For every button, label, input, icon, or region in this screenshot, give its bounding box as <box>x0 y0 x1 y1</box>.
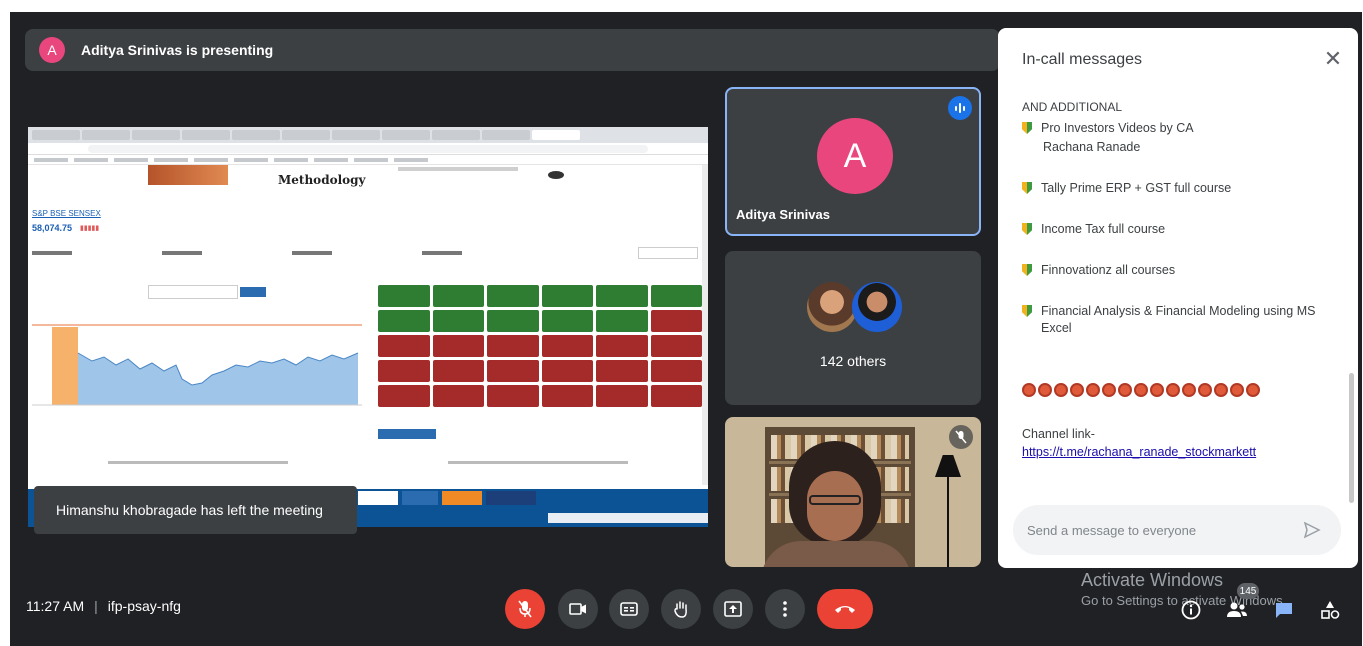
meeting-code: ifp-psay-nfg <box>107 598 181 614</box>
index-change: ▮▮▮▮▮ <box>80 225 100 232</box>
camera-icon <box>569 603 586 615</box>
browser-bookmarks-bar <box>28 155 708 165</box>
chart-date-inputs <box>148 285 238 299</box>
bird-logo-icon <box>548 171 564 179</box>
presenter-avatar: A <box>39 37 65 63</box>
site-banner: Methodology <box>28 165 708 191</box>
intraday-chart <box>32 324 362 406</box>
page-scrollbar <box>702 165 708 485</box>
meeting-info-separator: | <box>94 598 98 614</box>
chat-scrollbar[interactable] <box>1349 373 1354 503</box>
muted-mic-icon <box>949 425 973 449</box>
index-value: 58,074.75 <box>32 223 73 233</box>
lamp <box>935 455 961 477</box>
shield-icon <box>1022 122 1032 134</box>
shield-icon <box>1022 305 1032 317</box>
hang-up-icon <box>835 606 855 613</box>
hand-icon <box>674 601 687 618</box>
red-circle-emoji-row <box>1022 383 1342 397</box>
channel-link-label: Channel link- <box>1022 427 1095 441</box>
presenting-label: Aditya Srinivas is presenting <box>81 42 274 58</box>
others-count-label: 142 others <box>819 353 887 369</box>
captions-button[interactable] <box>609 589 649 629</box>
week-range-slider <box>108 457 288 467</box>
speaking-indicator-icon <box>948 96 972 120</box>
shield-icon <box>1022 223 1032 235</box>
chat-message: Pro Investors Videos by CA <box>1041 121 1194 135</box>
tile-presenter[interactable]: A Aditya Srinivas <box>725 87 981 236</box>
tile-others[interactable]: 142 others <box>725 251 981 405</box>
chat-panel-title: In-call messages <box>1022 51 1143 68</box>
stock-heatmap <box>378 285 702 407</box>
chart-submit-button <box>240 287 266 297</box>
people-icon <box>1227 602 1247 617</box>
more-vertical-icon <box>783 601 787 617</box>
windows-taskbar <box>548 513 708 523</box>
microphone-toggle-button[interactable] <box>505 589 545 629</box>
index-stats-row <box>32 251 702 257</box>
chat-message-list: AND ADDITIONAL Pro Investors Videos by C… <box>1022 100 1342 459</box>
alltime-range-slider <box>448 457 628 467</box>
in-call-messages-panel: In-call messages ✕ AND ADDITIONAL Pro In… <box>998 28 1358 568</box>
chat-message: Income Tax full course <box>1041 222 1166 236</box>
shared-screen: Methodology S&P BSE SENSEX 58,074.75 ▮▮▮… <box>28 127 708 527</box>
camera-toggle-button[interactable] <box>558 589 598 629</box>
participant-avatar <box>852 282 902 332</box>
browser-tab-strip <box>28 127 708 143</box>
channel-link[interactable]: https://t.me/rachana_ranade_stockmarkett <box>1022 445 1342 459</box>
present-screen-icon <box>724 601 742 617</box>
index-title: S&P BSE SENSEX <box>32 209 101 218</box>
chat-icon <box>1276 603 1292 618</box>
captions-icon <box>620 602 638 616</box>
send-icon[interactable] <box>1303 521 1321 539</box>
presenter-tile-name: Aditya Srinivas <box>736 207 830 222</box>
people-count-badge: 145 <box>1237 583 1259 599</box>
meeting-info: 11:27 AM | ifp-psay-nfg <box>26 598 181 614</box>
activities-button[interactable] <box>1319 599 1341 621</box>
chat-message-input[interactable] <box>1013 505 1341 555</box>
tile-self-video[interactable] <box>725 417 981 567</box>
participant-avatar <box>807 282 857 332</box>
banner-image <box>148 165 228 185</box>
shield-icon <box>1022 264 1032 276</box>
chat-message: Finnovationz all courses <box>1041 263 1176 277</box>
meeting-details-button[interactable] <box>1180 599 1202 621</box>
chat-message: Rachana Ranade <box>1043 140 1141 154</box>
chat-message: Tally Prime ERP + GST full course <box>1041 181 1232 195</box>
info-icon <box>1181 600 1201 620</box>
participant-left-toast: Himanshu khobragade has left the meeting <box>34 486 357 534</box>
browser-address-bar <box>28 143 708 155</box>
chat-message-heading: AND ADDITIONAL <box>1022 100 1123 114</box>
presenting-banner: A Aditya Srinivas is presenting <box>25 29 1000 71</box>
meeting-time: 11:27 AM <box>26 598 85 614</box>
more-options-button[interactable] <box>765 589 805 629</box>
index-select <box>638 247 698 259</box>
heatmap-button <box>378 429 436 439</box>
methodology-heading: Methodology <box>278 173 366 187</box>
activities-icon <box>1321 601 1340 619</box>
chat-message: Financial Analysis & Financial Modeling … <box>1041 304 1316 335</box>
chat-button[interactable] <box>1273 599 1295 621</box>
shield-icon <box>1022 182 1032 194</box>
leave-call-button[interactable] <box>817 589 873 629</box>
raise-hand-button[interactable] <box>661 589 701 629</box>
people-button[interactable] <box>1226 599 1248 621</box>
meeting-stage: A Aditya Srinivas is presenting Methodol… <box>10 12 1362 646</box>
presenter-tile-avatar: A <box>817 118 893 194</box>
present-now-button[interactable] <box>713 589 753 629</box>
mic-off-icon <box>518 600 532 618</box>
close-icon[interactable]: ✕ <box>1318 44 1348 74</box>
